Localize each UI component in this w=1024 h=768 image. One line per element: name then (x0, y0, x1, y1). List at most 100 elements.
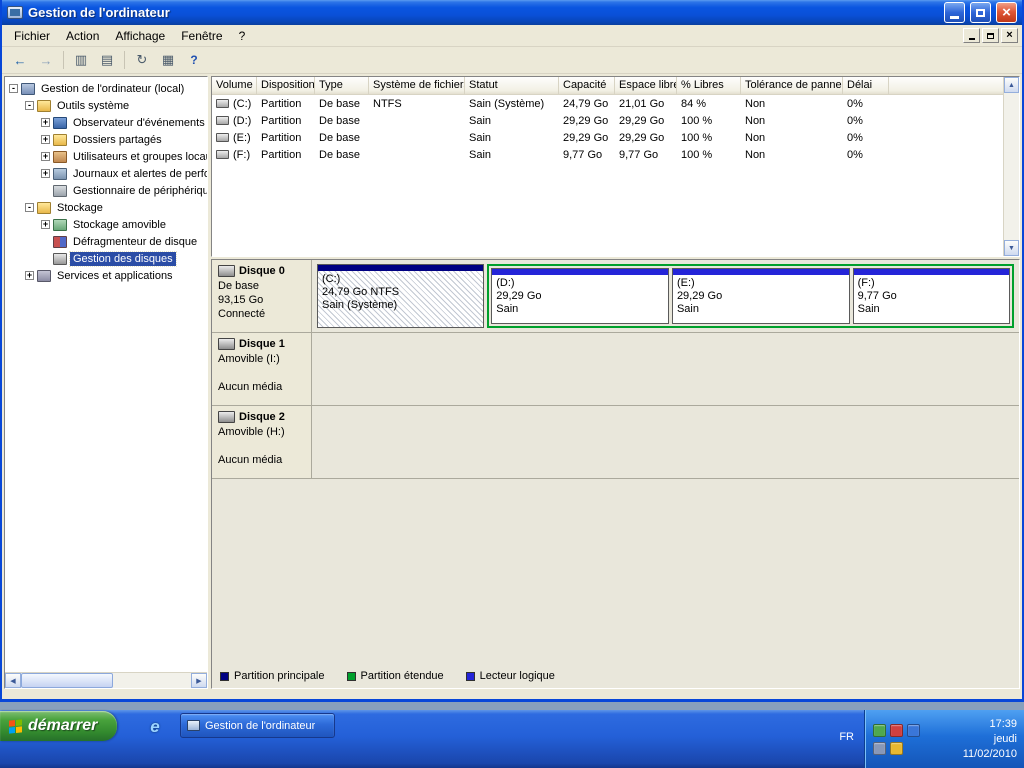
start-button[interactable]: démarrer (0, 711, 118, 741)
toolbar-items: ← → ▥ ▤ ↻ ▦? (8, 49, 206, 71)
disk-name: Disque 0 (239, 265, 285, 277)
network-icon[interactable] (907, 723, 920, 737)
minimize-button[interactable] (944, 2, 965, 23)
volume-list-scrollbar[interactable]: ▲ ▼ (1003, 77, 1019, 256)
tree-item-label: Gestion des disques (69, 250, 177, 267)
menu-fichier[interactable]: Fichier (6, 26, 58, 46)
partition-e[interactable]: (E:) 29,29 Go Sain (671, 268, 850, 324)
tree-item-gestionnaire-de-p-riph-rique[interactable]: Gestionnaire de périphérique (5, 182, 207, 199)
volume-row[interactable]: (D:) Partition De base Sain 29,29 Go 29,29 Go… (212, 112, 1003, 129)
column-header-espace-libre[interactable]: Espace libre (615, 77, 677, 95)
plus-expander-icon[interactable]: + (41, 118, 50, 127)
disk-icon (218, 411, 235, 423)
computer-management-window: Gestion de l'ordinateur FichierActionAff… (0, 0, 1024, 702)
forward-icon[interactable]: → (34, 49, 58, 71)
tree-item-label: Dossiers partagés (73, 133, 162, 146)
maximize-button[interactable] (970, 2, 991, 23)
plus-expander-icon[interactable]: + (41, 220, 50, 229)
scroll-right-icon[interactable]: ▶ (191, 673, 207, 688)
volume-row[interactable]: (E:) Partition De base Sain 29,29 Go 29,29 Go… (212, 129, 1003, 146)
tree-item-stockage[interactable]: - Stockage (5, 199, 207, 216)
partition-f[interactable]: (F:) 9,77 Go Sain (852, 268, 1011, 324)
column-header-libres[interactable]: % Libres (677, 77, 741, 95)
clock-time: 17:39 (989, 717, 1017, 730)
tree-item-dossiers-partag-s[interactable]: + Dossiers partagés (5, 131, 207, 148)
tree-item-outils-syst-me[interactable]: - Outils système (5, 97, 207, 114)
column-header-type[interactable]: Type (315, 77, 369, 95)
scroll-left-icon[interactable]: ◀ (5, 673, 21, 688)
safely-remove-icon[interactable] (873, 723, 886, 737)
volume-icon[interactable] (873, 741, 886, 755)
legend-label: Partition étendue (360, 670, 444, 682)
disk-info[interactable]: Disque 0 De base 93,15 Go Connecté (212, 260, 312, 332)
disk-info[interactable]: Disque 1 Amovible (I:) Aucun média (212, 333, 312, 405)
tree-item-utilisateurs-et-groupes-locaux[interactable]: + Utilisateurs et groupes locaux (5, 148, 207, 165)
menu-action[interactable]: Action (58, 26, 107, 46)
column-header-volume[interactable]: Volume (212, 77, 257, 95)
tree-item-journaux-et-alertes-de-perfo[interactable]: + Journaux et alertes de perfo (5, 165, 207, 182)
legend-label: Lecteur logique (479, 670, 555, 682)
column-header-capacit[interactable]: Capacité (559, 77, 615, 95)
disk-row-disque-1: Disque 1 Amovible (I:) Aucun média (212, 333, 1019, 406)
column-header-statut[interactable]: Statut (465, 77, 559, 95)
console-tree-pane: - Gestion de l'ordinateur (local) - Outils … (4, 76, 208, 689)
language-indicator[interactable]: FR (839, 731, 854, 743)
plus-expander-icon[interactable]: + (41, 135, 50, 144)
disk-info[interactable]: Disque 2 Amovible (H:) Aucun média (212, 406, 312, 478)
minus-expander-icon[interactable]: - (25, 203, 34, 212)
column-header-disposition[interactable]: Disposition (257, 77, 315, 95)
computer-management-icon (7, 6, 23, 19)
volume-icon (216, 150, 229, 159)
tree-item-gestion-des-disques[interactable]: Gestion des disques (5, 250, 207, 267)
scroll-up-icon[interactable]: ▲ (1004, 77, 1019, 93)
child-restore-button[interactable] (982, 28, 999, 43)
export-list-icon[interactable]: ▦ (156, 49, 180, 71)
plus-expander-icon[interactable]: + (41, 152, 50, 161)
close-button[interactable] (996, 2, 1017, 23)
clock[interactable]: 17:39 jeudi 11/02/2010 (963, 717, 1024, 762)
tree-item-d-fragmenteur-de-disque[interactable]: Défragmenteur de disque (5, 233, 207, 250)
show-hide-tree-icon[interactable]: ▥ (69, 49, 93, 71)
tree-item-services-et-applications[interactable]: + Services et applications (5, 267, 207, 284)
column-header-d-lai[interactable]: Délai (843, 77, 889, 95)
antivirus-icon[interactable] (890, 723, 903, 737)
disk-strips (312, 333, 1019, 405)
refresh-icon[interactable]: ↻ (130, 49, 154, 71)
extended-partition-group: (D:) 29,29 Go Sain (E:) 29,29 Go Sain (F:) 9,77… (487, 264, 1014, 328)
scroll-down-icon[interactable]: ▼ (1004, 240, 1019, 256)
partition-c[interactable]: (C:) 24,79 Go NTFS Sain (Système) (317, 264, 485, 328)
minus-expander-icon[interactable]: - (25, 101, 34, 110)
help-icon[interactable]: ? (182, 49, 206, 71)
volume-cell: 9,77 Go (619, 148, 659, 161)
partition-label: (C:) 24,79 Go NTFS Sain (Système) (318, 271, 484, 327)
tree-item-label: Gestion de l'ordinateur (local) (41, 82, 185, 95)
console-tree: - Gestion de l'ordinateur (local) - Outils … (5, 77, 207, 672)
minus-expander-icon[interactable]: - (9, 84, 18, 93)
back-icon[interactable]: ← (8, 49, 32, 71)
menu-fen-tre[interactable]: Fenêtre (173, 26, 230, 46)
disk-row-disque-0: Disque 0 De base 93,15 Go Connecté (C:) 24,79… (212, 260, 1019, 333)
plus-expander-icon[interactable]: + (41, 169, 50, 178)
services-icon (37, 269, 51, 282)
partition-d[interactable]: (D:) 29,29 Go Sain (491, 268, 669, 324)
child-close-button[interactable] (1001, 28, 1018, 43)
menu-affichage[interactable]: Affichage (107, 26, 173, 46)
update-icon[interactable] (890, 741, 903, 755)
scrollbar-thumb[interactable] (21, 673, 113, 688)
internet-explorer-icon[interactable] (150, 717, 159, 737)
column-header-syst-me-de-fichiers[interactable]: Système de fichiers (369, 77, 465, 95)
title-bar[interactable]: Gestion de l'ordinateur (2, 0, 1022, 25)
properties-icon[interactable]: ▤ (95, 49, 119, 71)
child-minimize-button[interactable] (963, 28, 980, 43)
volume-row[interactable]: (C:) Partition De base NTFS Sain (Système) 24… (212, 95, 1003, 112)
tree-item-observateur-d-v-nements[interactable]: + Observateur d'événements (5, 114, 207, 131)
menu-item[interactable]: ? (231, 26, 254, 46)
tree-item-gestion-de-l-ordinateur-local[interactable]: - Gestion de l'ordinateur (local) (5, 80, 207, 97)
column-header-tol-rance-de-pannes[interactable]: Tolérance de pannes (741, 77, 843, 95)
tree-item-stockage-amovible[interactable]: + Stockage amovible (5, 216, 207, 233)
plus-expander-icon[interactable]: + (25, 271, 34, 280)
volume-row[interactable]: (F:) Partition De base Sain 9,77 Go 9,77 Go 10… (212, 146, 1003, 163)
disk-icon (218, 338, 235, 350)
tree-horizontal-scrollbar[interactable]: ◀ ▶ (5, 672, 207, 688)
taskbar-task-button[interactable]: Gestion de l'ordinateur (180, 713, 335, 738)
